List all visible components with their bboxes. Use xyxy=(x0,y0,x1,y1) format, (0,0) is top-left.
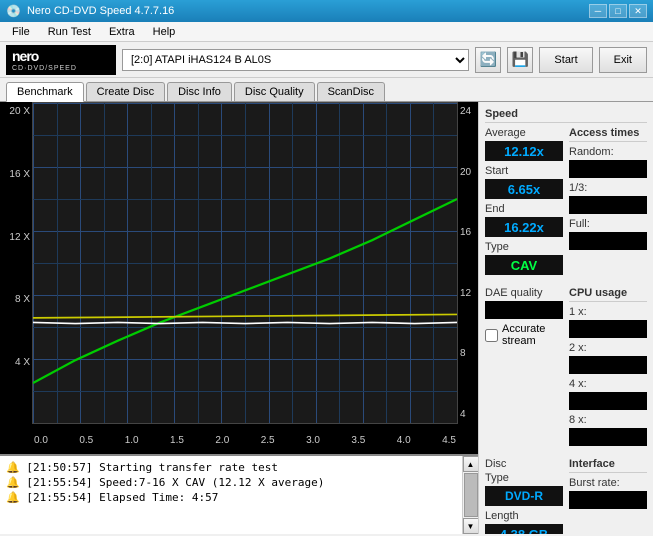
random-value xyxy=(569,160,647,178)
menu-bar: File Run Test Extra Help xyxy=(0,22,653,42)
start-label: Start xyxy=(485,165,563,177)
avg-label: Average xyxy=(485,127,563,139)
accurate-stream-row: Accuratestream xyxy=(485,323,563,347)
burst-value xyxy=(569,491,647,509)
end-marker xyxy=(457,103,458,423)
full-value xyxy=(569,232,647,250)
cpu-1x-label: 1 x: xyxy=(569,306,647,318)
speed-section: Speed Average 12.12x Start 6.65x End 16.… xyxy=(485,108,647,279)
close-button[interactable]: ✕ xyxy=(629,4,647,18)
right-panel: Speed Average 12.12x Start 6.65x End 16.… xyxy=(478,102,653,534)
disc-type-label: Type xyxy=(485,472,563,484)
log-content: 🔔 [21:50:57] Starting transfer rate test… xyxy=(0,456,462,534)
log-icon-2: 🔔 xyxy=(6,491,26,504)
cpu-header: CPU usage xyxy=(569,287,647,302)
type-label: Type xyxy=(485,241,563,253)
type-value: CAV xyxy=(485,255,563,275)
disc-type-value: DVD-R xyxy=(485,486,563,506)
avg-value: 12.12x xyxy=(485,141,563,161)
toolbar: nero CD·DVD/SPEED [2:0] ATAPI iHAS124 B … xyxy=(0,42,653,78)
start-value: 6.65x xyxy=(485,179,563,199)
dae-cpu-row: DAE quality Accuratestream CPU usage 1 x… xyxy=(485,287,647,458)
disc-interface-row: Disc Type DVD-R Length 4.38 GB Interface… xyxy=(485,458,647,534)
save-icon[interactable]: 💾 xyxy=(507,47,533,73)
maximize-button[interactable]: □ xyxy=(609,4,627,18)
cpu-8x-value xyxy=(569,428,647,446)
chart-area: 20 X 16 X 12 X 8 X 4 X 24 20 16 12 8 4 xyxy=(0,102,478,534)
log-line-1: 🔔 [21:55:54] Speed:7-16 X CAV (12.12 X a… xyxy=(6,475,456,490)
log-area: 🔔 [21:50:57] Starting transfer rate test… xyxy=(0,454,478,534)
main-content: 20 X 16 X 12 X 8 X 4 X 24 20 16 12 8 4 xyxy=(0,102,653,534)
app-icon: 💿 xyxy=(6,4,21,18)
one-third-label: 1/3: xyxy=(569,182,647,194)
drive-select[interactable]: [2:0] ATAPI iHAS124 B AL0S xyxy=(122,49,469,71)
disc-length-value: 4.38 GB xyxy=(485,524,563,534)
menu-run-test[interactable]: Run Test xyxy=(40,24,99,40)
log-scrollbar[interactable]: ▲ ▼ xyxy=(462,456,478,534)
accurate-label: Accuratestream xyxy=(502,323,545,347)
accurate-stream-checkbox[interactable] xyxy=(485,329,498,342)
cpu-section: CPU usage 1 x: 2 x: 4 x: 8 x: xyxy=(569,287,647,450)
cpu-4x-value xyxy=(569,392,647,410)
full-label: Full: xyxy=(569,218,647,230)
log-line-2: 🔔 [21:55:54] Elapsed Time: 4:57 xyxy=(6,490,456,505)
start-button[interactable]: Start xyxy=(539,47,592,73)
title-bar: 💿 Nero CD-DVD Speed 4.7.7.16 ─ □ ✕ xyxy=(0,0,653,22)
chart-wrapper: 20 X 16 X 12 X 8 X 4 X 24 20 16 12 8 4 xyxy=(0,102,478,454)
log-icon-1: 🔔 xyxy=(6,476,26,489)
tab-scan-disc[interactable]: ScanDisc xyxy=(317,82,385,101)
cpu-4x-label: 4 x: xyxy=(569,378,647,390)
dae-value xyxy=(485,301,563,319)
tab-disc-info[interactable]: Disc Info xyxy=(167,82,232,101)
speed-two-col: Average 12.12x Start 6.65x End 16.22x Ty… xyxy=(485,127,647,279)
scroll-up-button[interactable]: ▲ xyxy=(463,456,479,472)
burst-label: Burst rate: xyxy=(569,477,647,489)
y-axis-right: 24 20 16 12 8 4 xyxy=(458,102,478,424)
access-header: Access times xyxy=(569,127,647,142)
minimize-button[interactable]: ─ xyxy=(589,4,607,18)
tab-bar: Benchmark Create Disc Disc Info Disc Qua… xyxy=(0,78,653,102)
grid-v-9 xyxy=(457,103,458,423)
logo: nero CD·DVD/SPEED xyxy=(6,45,116,75)
cpu-8x-label: 8 x: xyxy=(569,414,647,426)
logo-sub: CD·DVD/SPEED xyxy=(12,65,77,72)
cpu-2x-label: 2 x: xyxy=(569,342,647,354)
chart-svg xyxy=(33,103,457,423)
log-line-0: 🔔 [21:50:57] Starting transfer rate test xyxy=(6,460,456,475)
disc-length-label: Length xyxy=(485,510,563,522)
dae-label: DAE quality xyxy=(485,287,563,299)
menu-extra[interactable]: Extra xyxy=(101,24,143,40)
scroll-thumb[interactable] xyxy=(464,473,478,517)
end-value: 16.22x xyxy=(485,217,563,237)
interface-header: Interface xyxy=(569,458,647,473)
yellow-line xyxy=(33,314,457,317)
cpu-1x-value xyxy=(569,320,647,338)
exit-button[interactable]: Exit xyxy=(599,47,647,73)
window-title: Nero CD-DVD Speed 4.7.7.16 xyxy=(27,5,174,17)
interface-section: Interface Burst rate: xyxy=(569,458,647,534)
dae-section: DAE quality Accuratestream xyxy=(485,287,563,450)
end-label: End xyxy=(485,203,563,215)
cpu-2x-value xyxy=(569,356,647,374)
refresh-icon[interactable]: 🔄 xyxy=(475,47,501,73)
log-icon-0: 🔔 xyxy=(6,461,26,474)
logo-text: nero xyxy=(12,48,77,64)
one-third-value xyxy=(569,196,647,214)
random-label: Random: xyxy=(569,146,647,158)
x-axis: 0.0 0.5 1.0 1.5 2.0 2.5 3.0 3.5 4.0 4.5 xyxy=(32,426,458,454)
menu-file[interactable]: File xyxy=(4,24,38,40)
disc-section: Disc Type DVD-R Length 4.38 GB xyxy=(485,458,563,534)
chart-canvas xyxy=(32,102,458,424)
menu-help[interactable]: Help xyxy=(145,24,184,40)
tab-create-disc[interactable]: Create Disc xyxy=(86,82,165,101)
transfer-rate-curve xyxy=(33,199,457,383)
speed-header: Speed xyxy=(485,108,647,123)
y-axis-left: 20 X 16 X 12 X 8 X 4 X xyxy=(0,102,32,424)
white-line xyxy=(33,322,457,323)
tab-disc-quality[interactable]: Disc Quality xyxy=(234,82,315,101)
scroll-down-button[interactable]: ▼ xyxy=(463,518,479,534)
disc-label: Disc xyxy=(485,458,563,470)
tab-benchmark[interactable]: Benchmark xyxy=(6,82,84,102)
grid-h-5 xyxy=(33,423,457,424)
